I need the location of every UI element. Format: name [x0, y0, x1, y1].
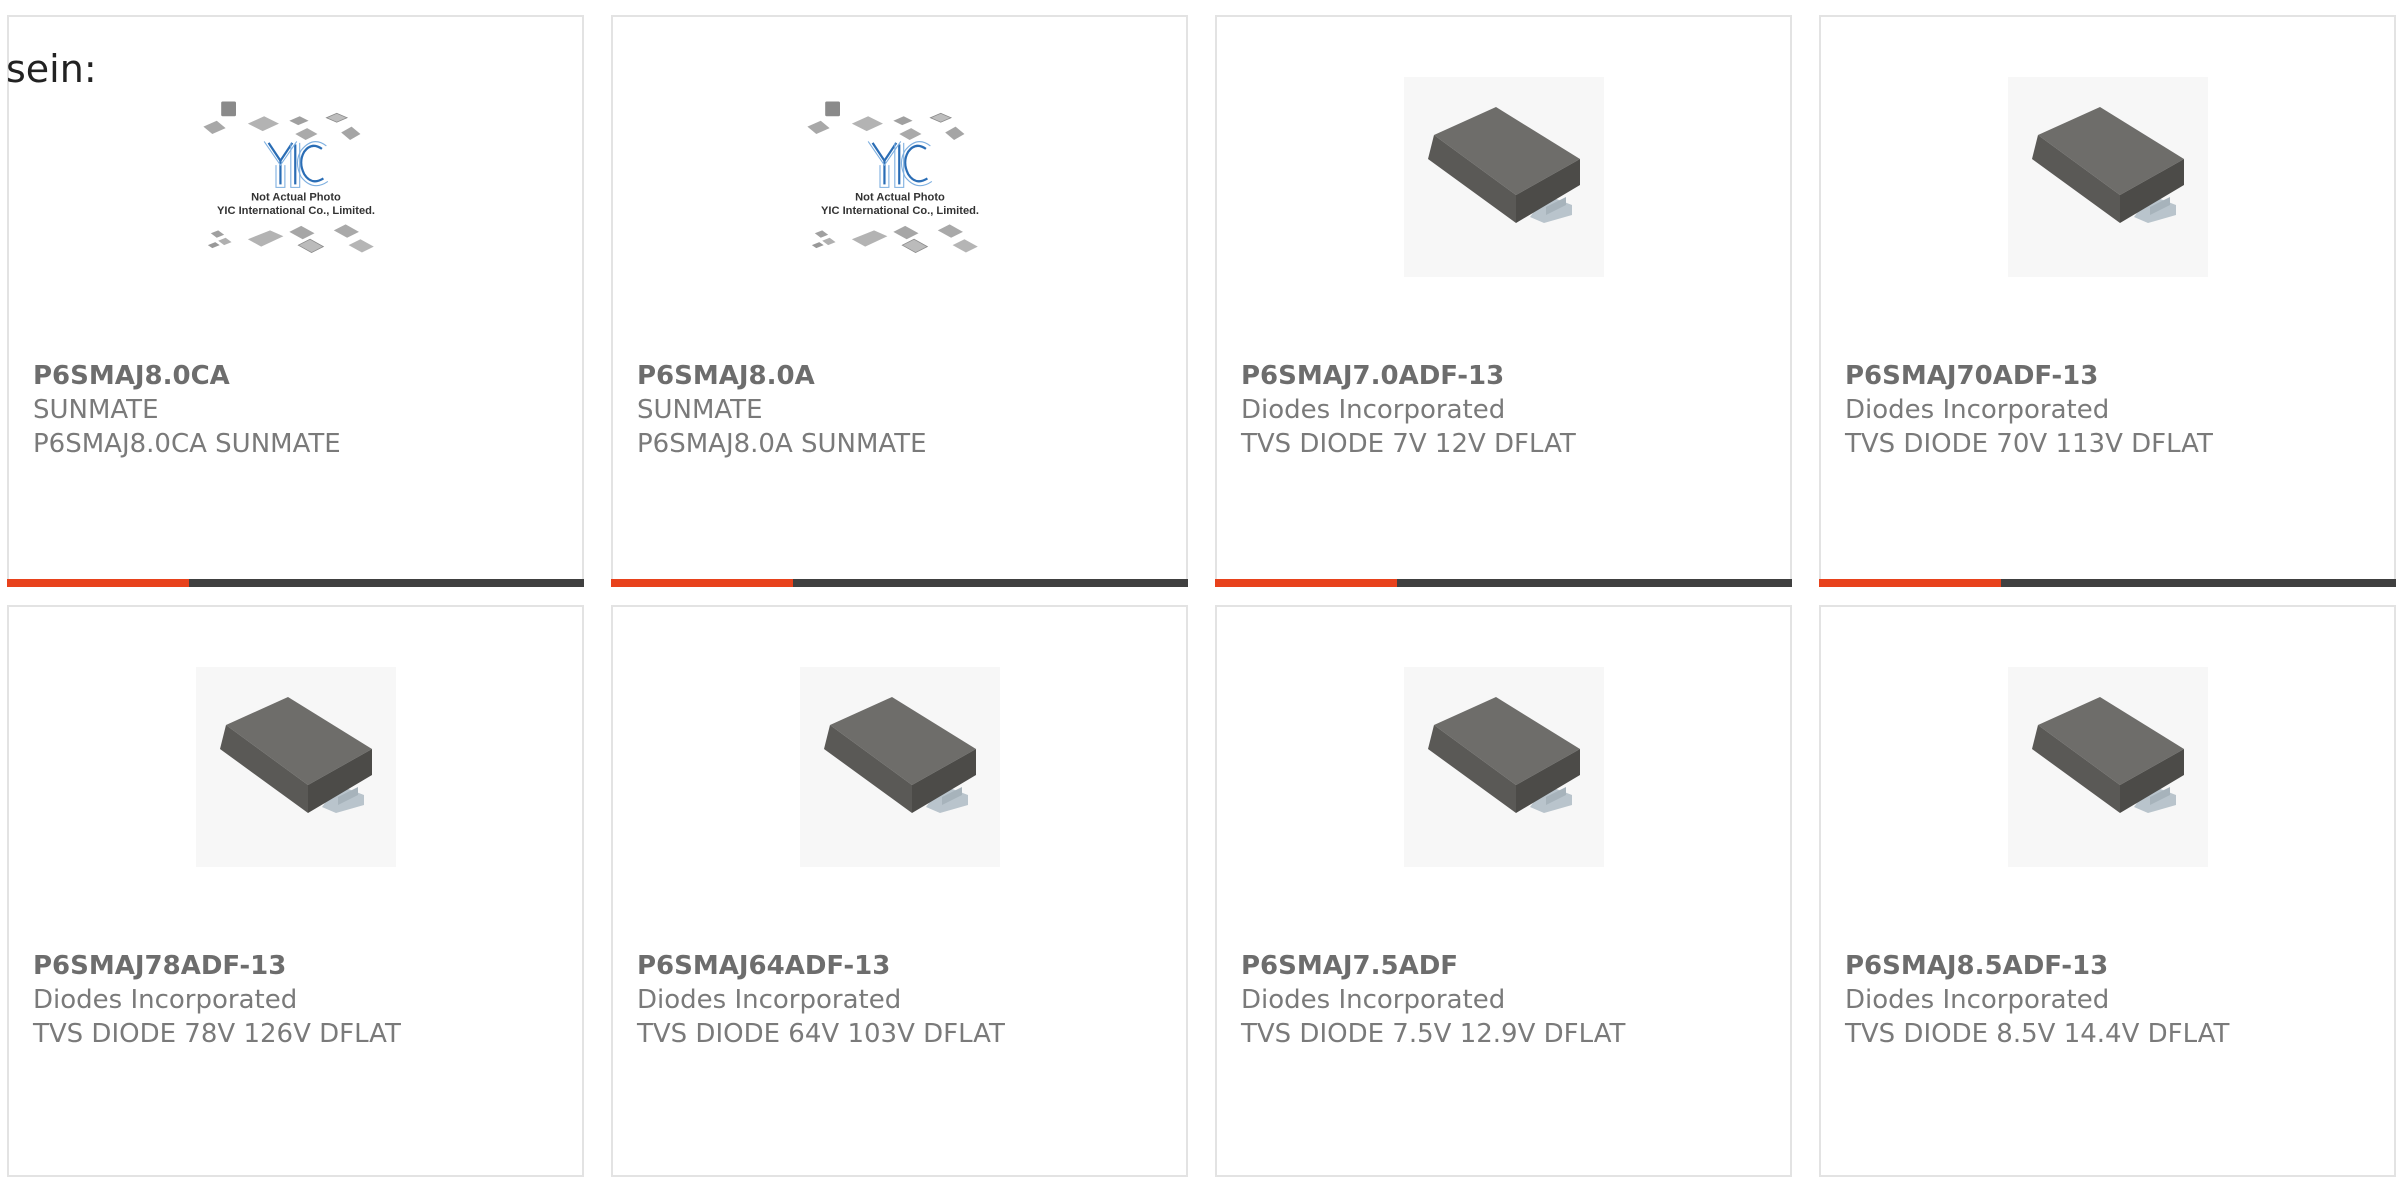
manufacturer: Diodes Incorporated — [33, 985, 298, 1015]
card-accent-bar — [1215, 579, 1792, 587]
smd-diode-package-icon — [1403, 77, 1604, 277]
yic-placeholder-icon: Not Actual Photo YIC International Co., … — [806, 101, 979, 253]
product-image[interactable] — [1403, 77, 1604, 277]
product-card[interactable]: P6SMAJ7.5ADF Diodes Incorporated TVS DIO… — [1215, 605, 1792, 1177]
product-image-placeholder[interactable]: Not Actual Photo YIC International Co., … — [196, 77, 396, 277]
description: P6SMAJ8.0CA SUNMATE — [33, 429, 341, 459]
intro-text: sein: — [6, 47, 97, 91]
placeholder-caption-line1: Not Actual Photo — [251, 192, 341, 204]
placeholder-caption-line2: YIC International Co., Limited. — [820, 205, 978, 217]
card-accent-bar — [611, 579, 1188, 587]
card-accent-bar — [7, 579, 584, 587]
product-card[interactable]: P6SMAJ70ADF-13 Diodes Incorporated TVS D… — [1819, 15, 2396, 587]
manufacturer: SUNMATE — [33, 395, 159, 425]
product-image[interactable] — [2007, 77, 2208, 277]
smd-diode-package-icon — [2007, 667, 2208, 867]
part-number[interactable]: P6SMAJ8.0CA — [33, 359, 230, 393]
product-image-placeholder[interactable]: Not Actual Photo YIC International Co., … — [800, 77, 1000, 277]
smd-diode-package-icon — [195, 667, 396, 867]
part-number[interactable]: P6SMAJ64ADF-13 — [637, 949, 890, 983]
product-image[interactable] — [2007, 667, 2208, 867]
description: TVS DIODE 7V 12V DFLAT — [1241, 429, 1576, 459]
manufacturer: Diodes Incorporated — [1241, 985, 1506, 1015]
product-image[interactable] — [195, 667, 396, 867]
smd-diode-package-icon — [2007, 77, 2208, 277]
card-accent-fill — [1215, 579, 1397, 587]
product-image[interactable] — [1403, 667, 1604, 867]
manufacturer: SUNMATE — [637, 395, 763, 425]
description: TVS DIODE 70V 113V DFLAT — [1845, 429, 2213, 459]
placeholder-caption-line2: YIC International Co., Limited. — [216, 205, 374, 217]
smd-diode-package-icon — [1403, 667, 1604, 867]
card-accent-fill — [7, 579, 189, 587]
card-accent-fill — [611, 579, 793, 587]
placeholder-caption-line1: Not Actual Photo — [855, 192, 945, 204]
description: TVS DIODE 8.5V 14.4V DFLAT — [1845, 1019, 2230, 1049]
part-number[interactable]: P6SMAJ7.0ADF-13 — [1241, 359, 1504, 393]
card-accent-fill — [1819, 579, 2001, 587]
card-accent-bar — [1819, 579, 2396, 587]
manufacturer: Diodes Incorporated — [637, 985, 902, 1015]
description: TVS DIODE 78V 126V DFLAT — [33, 1019, 401, 1049]
manufacturer: Diodes Incorporated — [1241, 395, 1506, 425]
yic-placeholder-icon: Not Actual Photo YIC International Co., … — [202, 101, 375, 253]
smd-diode-package-icon — [799, 667, 1000, 867]
product-image[interactable] — [799, 667, 1000, 867]
product-grid: Not Actual Photo YIC International Co., … — [7, 15, 2400, 1177]
product-card[interactable]: P6SMAJ8.5ADF-13 Diodes Incorporated TVS … — [1819, 605, 2396, 1177]
part-number[interactable]: P6SMAJ7.5ADF — [1241, 949, 1458, 983]
description: TVS DIODE 7.5V 12.9V DFLAT — [1241, 1019, 1626, 1049]
product-card[interactable]: Not Actual Photo YIC International Co., … — [7, 15, 584, 587]
description: TVS DIODE 64V 103V DFLAT — [637, 1019, 1005, 1049]
description: P6SMAJ8.0A SUNMATE — [637, 429, 927, 459]
part-number[interactable]: P6SMAJ78ADF-13 — [33, 949, 286, 983]
part-number[interactable]: P6SMAJ8.0A — [637, 359, 815, 393]
product-card[interactable]: P6SMAJ78ADF-13 Diodes Incorporated TVS D… — [7, 605, 584, 1177]
product-card[interactable]: Not Actual Photo YIC International Co., … — [611, 15, 1188, 587]
product-card[interactable]: P6SMAJ64ADF-13 Diodes Incorporated TVS D… — [611, 605, 1188, 1177]
manufacturer: Diodes Incorporated — [1845, 395, 2110, 425]
product-card[interactable]: P6SMAJ7.0ADF-13 Diodes Incorporated TVS … — [1215, 15, 1792, 587]
part-number[interactable]: P6SMAJ8.5ADF-13 — [1845, 949, 2108, 983]
part-number[interactable]: P6SMAJ70ADF-13 — [1845, 359, 2098, 393]
manufacturer: Diodes Incorporated — [1845, 985, 2110, 1015]
